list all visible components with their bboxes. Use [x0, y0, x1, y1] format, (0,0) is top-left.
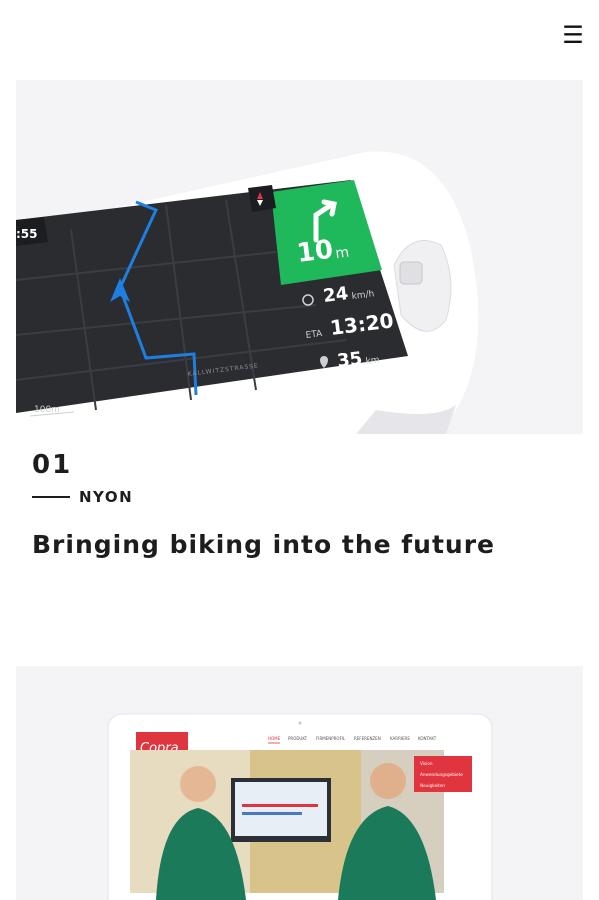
- side-menu-anwendungsgebiete: Anwendungsgebiete: [420, 772, 463, 777]
- device-button-key: [399, 261, 423, 285]
- side-menu-neuigkeiten: Neuigkeiten: [420, 783, 445, 788]
- clock-partial: :55: [16, 227, 38, 241]
- client-row: NYON: [32, 486, 572, 508]
- site-nav-referenzen: REFERENZEN: [354, 736, 381, 741]
- site-nav-karriere: KARRIERE: [390, 736, 410, 741]
- side-menu-vision: Vision: [420, 761, 433, 766]
- project-number: 01: [32, 450, 73, 480]
- site-nav-kontakt: KONTAKT: [418, 736, 437, 741]
- nyon-device-illustration: 10 m 24 km/h ETA 13:20 35 km :55 KALLWIT…: [16, 151, 479, 434]
- person-left-head: [180, 766, 216, 802]
- eta-label: ETA: [305, 329, 324, 341]
- turn-unit: m: [335, 244, 350, 262]
- person-right-head: [370, 763, 406, 799]
- speed-value: 24: [322, 283, 349, 307]
- project-card-image-copra[interactable]: Copra HOME PRODUKT FIRMENPROFIL REFERENZ…: [16, 666, 583, 900]
- client-name: NYON: [79, 488, 134, 506]
- remaining-unit: km: [365, 355, 380, 367]
- remaining-distance: 35: [336, 348, 363, 372]
- project-title[interactable]: Bringing biking into the future: [32, 527, 577, 563]
- turn-distance: 10: [295, 235, 335, 269]
- copra-website-illustration: Copra HOME PRODUKT FIRMENPROFIL REFERENZ…: [107, 713, 493, 900]
- project-meta: 01 NYON: [32, 448, 572, 508]
- site-nav-home: HOME: [268, 736, 281, 741]
- monitor-camera: [298, 721, 302, 725]
- site-nav-produkt: PRODUKT: [288, 736, 308, 741]
- project-card-image-nyon[interactable]: 10 m 24 km/h ETA 13:20 35 km :55 KALLWIT…: [16, 80, 583, 434]
- site-nav-firmenprofil: FIRMENPROFIL: [316, 736, 346, 741]
- client-divider-line: [32, 496, 70, 498]
- hamburger-menu-icon[interactable]: ☰: [560, 22, 586, 48]
